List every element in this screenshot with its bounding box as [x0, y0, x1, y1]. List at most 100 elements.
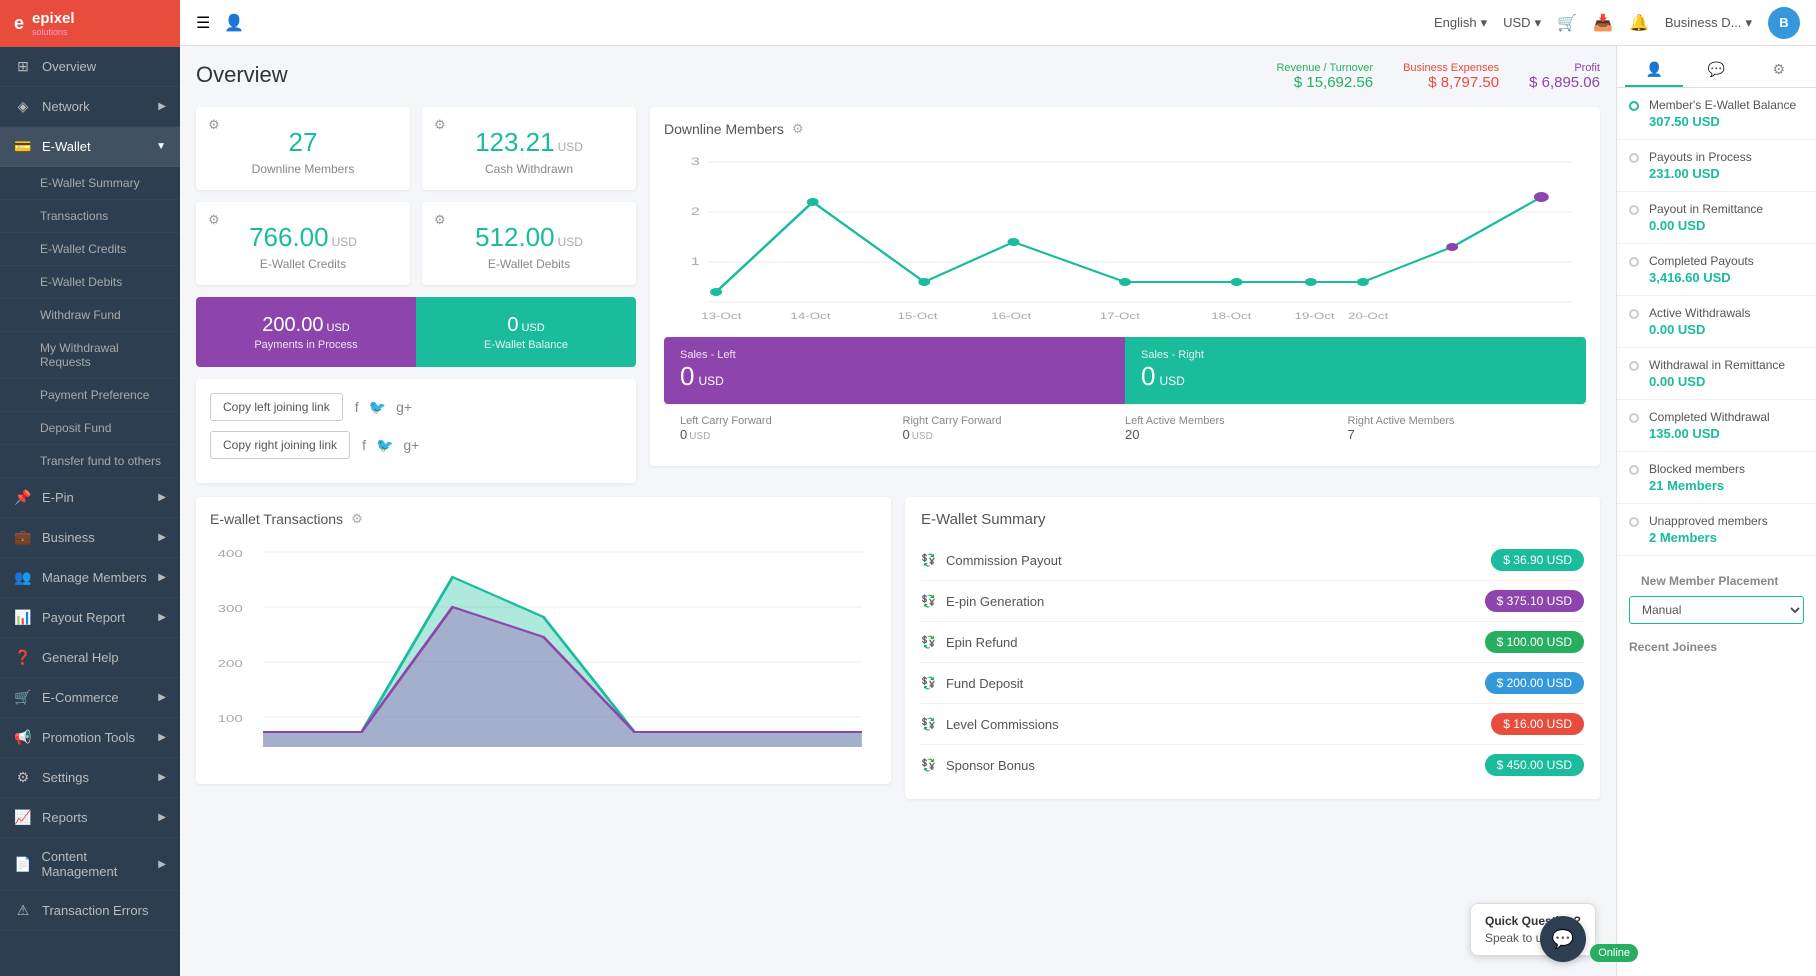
level-comm-badge: $ 16.00 USD	[1491, 713, 1584, 735]
withdrawal-remittance-rp-label: Withdrawal in Remittance	[1649, 358, 1804, 372]
sidebar-item-overview[interactable]: ⊞ Overview	[0, 47, 180, 87]
sidebar-sub-withdraw-fund[interactable]: Withdraw Fund	[0, 299, 180, 332]
sidebar-sub-deposit-fund[interactable]: Deposit Fund	[0, 412, 180, 445]
rp-withdrawal-remittance: Withdrawal in Remittance 0.00 USD	[1617, 348, 1816, 400]
sidebar-sub-my-withdrawal[interactable]: My Withdrawal Requests	[0, 332, 180, 379]
cash-withdrawn-gear-icon[interactable]: ⚙	[434, 117, 446, 133]
payments-in-process-bar: 200.00USD Payments in Process	[196, 297, 416, 367]
sales-right: Sales - Right 0USD	[1125, 337, 1586, 404]
user-menu-button[interactable]: Business D... ▾	[1665, 15, 1752, 31]
notification-button[interactable]: 🔔	[1629, 13, 1649, 33]
sidebar-item-manage-members[interactable]: 👥 Manage Members ▶	[0, 558, 180, 598]
rp-unapproved-members: Unapproved members 2 Members	[1617, 504, 1816, 556]
downline-gear-icon[interactable]: ⚙	[208, 117, 220, 133]
revenue-label: Revenue / Turnover	[1276, 62, 1373, 74]
ewallet-transactions-card: E-wallet Transactions ⚙ 400 300 200 100	[196, 497, 891, 784]
rp-blocked-members: Blocked members 21 Members	[1617, 452, 1816, 504]
left-googleplus-icon[interactable]: g+	[396, 399, 412, 416]
sponsor-bonus-icon: 💱	[921, 758, 936, 772]
sidebar-sub-transfer-fund[interactable]: Transfer fund to others	[0, 445, 180, 478]
inbox-button[interactable]: 📥	[1593, 13, 1613, 33]
sidebar-item-promotion-tools[interactable]: 📢 Promotion Tools ▶	[0, 718, 180, 758]
menu-toggle-button[interactable]: ☰	[196, 13, 210, 33]
rp-tab-settings[interactable]: ⚙	[1750, 54, 1808, 87]
right-googleplus-icon[interactable]: g+	[403, 437, 419, 454]
logo[interactable]: e epixel solutions	[0, 0, 180, 47]
ecommerce-arrow: ▶	[158, 692, 166, 703]
sidebar-item-reports[interactable]: 📈 Reports ▶	[0, 798, 180, 838]
payout-report-arrow: ▶	[158, 612, 166, 623]
ewallet-credits-card: ⚙ 766.00USD E-Wallet Credits	[196, 202, 410, 285]
language-selector[interactable]: English ▾	[1434, 15, 1487, 31]
logo-icon: e	[14, 13, 24, 34]
sidebar-label-overview: Overview	[42, 59, 96, 74]
sales-right-value: 0USD	[1141, 361, 1570, 392]
business-arrow: ▶	[158, 532, 166, 543]
sidebar-sub-payment-preference[interactable]: Payment Preference	[0, 379, 180, 412]
user-profile-button[interactable]: 👤	[224, 13, 244, 33]
rp-tab-user[interactable]: 👤	[1625, 54, 1683, 87]
ewallet-summary-title: E-Wallet Summary	[921, 511, 1584, 528]
sidebar-sub-ewallet-credits[interactable]: E-Wallet Credits	[0, 233, 180, 266]
sidebar-item-ecommerce[interactable]: 🛒 E-Commerce ▶	[0, 678, 180, 718]
cash-withdrawn-value: 123.21USD	[438, 127, 620, 158]
sidebar-label-settings: Settings	[42, 770, 89, 785]
ewallet-credits-label: E-Wallet Credits	[212, 257, 394, 271]
sidebar-sub-ewallet-debits[interactable]: E-Wallet Debits	[0, 266, 180, 299]
sidebar-sub-ewallet-summary[interactable]: E-Wallet Summary	[0, 167, 180, 200]
copy-left-joining-link-button[interactable]: Copy left joining link	[210, 393, 343, 421]
content-management-icon: 📄	[14, 856, 31, 873]
left-facebook-icon[interactable]: f	[355, 399, 359, 416]
currency-arrow: ▾	[1535, 15, 1542, 31]
rp-tab-chat[interactable]: 💬	[1687, 54, 1745, 87]
sidebar-item-network[interactable]: ◈ Network ▶	[0, 87, 180, 127]
cart-button[interactable]: 🛒	[1557, 13, 1577, 33]
sidebar-item-transaction-errors[interactable]: ⚠ Transaction Errors	[0, 891, 180, 931]
svg-text:15-Oct: 15-Oct	[897, 312, 938, 321]
avatar[interactable]: B	[1768, 7, 1800, 39]
right-facebook-icon[interactable]: f	[362, 437, 366, 454]
rp-payouts-in-process: Payouts in Process 231.00 USD	[1617, 140, 1816, 192]
sidebar-item-business[interactable]: 💼 Business ▶	[0, 518, 180, 558]
ewallet-transactions-gear-icon[interactable]: ⚙	[351, 511, 363, 527]
expenses-value: $ 8,797.50	[1403, 74, 1499, 91]
right-twitter-icon[interactable]: 🐦	[376, 437, 393, 454]
payments-in-process-label: Payments in Process	[254, 339, 357, 351]
ewallet-debits-value: 512.00USD	[438, 222, 620, 253]
downline-members-value: 27	[212, 127, 394, 158]
sidebar-label-promotion-tools: Promotion Tools	[42, 730, 135, 745]
sidebar-item-content-management[interactable]: 📄 Content Management ▶	[0, 838, 180, 891]
blocked-members-rp-label: Blocked members	[1649, 462, 1804, 476]
currency-selector[interactable]: USD ▾	[1503, 15, 1541, 31]
currency-label: USD	[1503, 15, 1530, 30]
sidebar-label-manage-members: Manage Members	[42, 570, 147, 585]
transaction-errors-icon: ⚠	[14, 902, 32, 919]
withdrawal-remittance-dot	[1629, 361, 1639, 371]
settings-icon: ⚙	[14, 769, 32, 786]
downline-chart-gear-icon[interactable]: ⚙	[792, 121, 804, 137]
sales-right-label: Sales - Right	[1141, 349, 1570, 361]
main-area: ☰ 👤 English ▾ USD ▾ 🛒 📥 🔔 Business D... …	[180, 0, 1816, 976]
sidebar-item-settings[interactable]: ⚙ Settings ▶	[0, 758, 180, 798]
sidebar-item-payout-report[interactable]: 📊 Payout Report ▶	[0, 598, 180, 638]
sales-left-label: Sales - Left	[680, 349, 1109, 361]
revenue-stat: Revenue / Turnover $ 15,692.56	[1276, 62, 1373, 91]
ewallet-credits-gear-icon[interactable]: ⚙	[208, 212, 220, 228]
downline-members-card: ⚙ 27 Downline Members	[196, 107, 410, 190]
cash-withdrawn-label: Cash Withdrawn	[438, 162, 620, 176]
sidebar-sub-transactions[interactable]: Transactions	[0, 200, 180, 233]
completed-withdrawal-rp-value: 135.00 USD	[1649, 426, 1804, 441]
rp-ewallet-balance: Member's E-Wallet Balance 307.50 USD	[1617, 88, 1816, 140]
copy-right-joining-link-button[interactable]: Copy right joining link	[210, 431, 350, 459]
left-twitter-icon[interactable]: 🐦	[369, 399, 386, 416]
sidebar-item-epin[interactable]: 📌 E-Pin ▶	[0, 478, 180, 518]
svg-text:200: 200	[218, 658, 243, 670]
sidebar-item-ewallet[interactable]: 💳 E-Wallet ▼	[0, 127, 180, 167]
fund-deposit-icon: 💱	[921, 676, 936, 690]
placement-select[interactable]: Manual Auto Left Auto Right	[1629, 596, 1804, 624]
sidebar-item-general-help[interactable]: ❓ General Help	[0, 638, 180, 678]
chat-button[interactable]: 💬	[1540, 916, 1586, 962]
unapproved-members-rp-label: Unapproved members	[1649, 514, 1804, 528]
ewallet-debits-gear-icon[interactable]: ⚙	[434, 212, 446, 228]
level-comm-icon: 💱	[921, 717, 936, 731]
